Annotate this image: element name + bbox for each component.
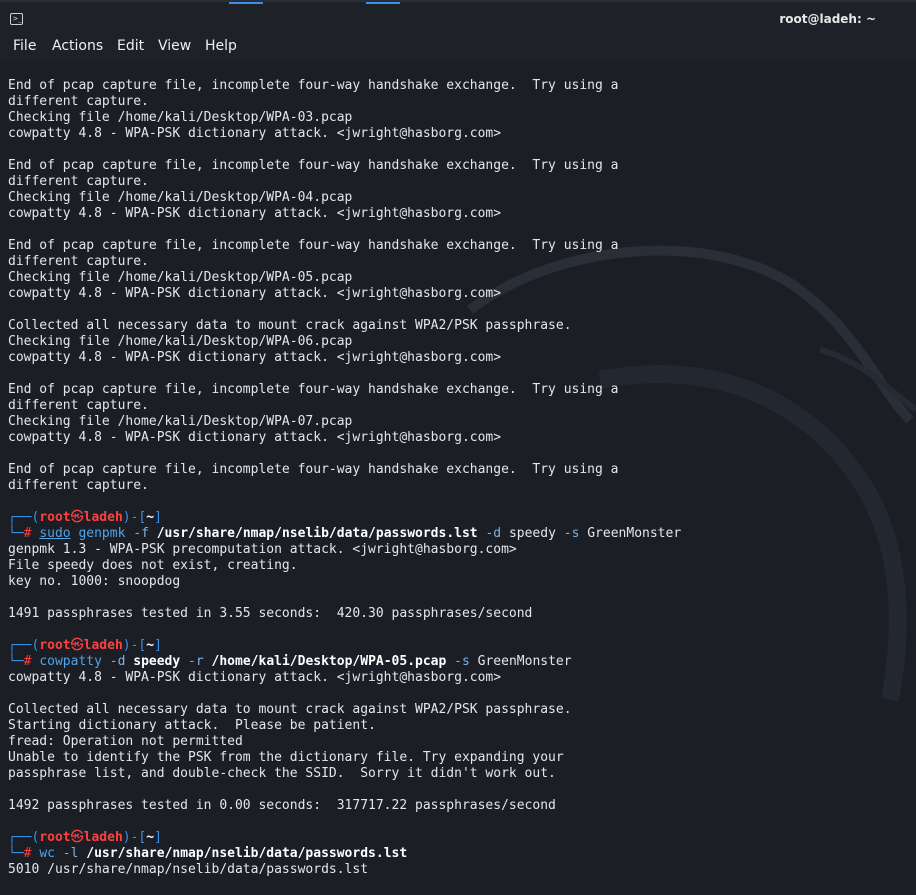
output-line: cowpatty 4.8 - WPA-PSK dictionary attack… [8, 670, 502, 685]
output-line: Unable to identify the PSK from the dict… [8, 750, 564, 765]
output-line: Checking file /home/kali/Desktop/WPA-03.… [8, 110, 353, 125]
taskbar-accent [366, 2, 400, 4]
title-bar: >_ root@ladeh: ~ [0, 0, 916, 34]
output-line: passphrase list, and double-check the SS… [8, 766, 556, 781]
output-line: End of pcap capture file, incomplete fou… [8, 462, 619, 477]
output-line: File speedy does not exist, creating. [8, 558, 298, 573]
taskbar-accent [229, 2, 263, 4]
output-line: 5010 /usr/share/nmap/nselib/data/passwor… [8, 862, 369, 877]
menu-help[interactable]: Help [205, 38, 237, 54]
prompt-line: ┌──(root㉿ladeh)-[~] [8, 638, 162, 653]
window-title: root@ladeh: ~ [779, 12, 876, 26]
command-line: └─# sudo genpmk -f /usr/share/nmap/nseli… [8, 526, 682, 541]
output-line: cowpatty 4.8 - WPA-PSK dictionary attack… [8, 126, 502, 141]
output-line: 1491 passphrases tested in 3.55 seconds:… [8, 606, 533, 621]
output-line: Checking file /home/kali/Desktop/WPA-06.… [8, 334, 353, 349]
output-line: cowpatty 4.8 - WPA-PSK dictionary attack… [8, 286, 502, 301]
output-line: End of pcap capture file, incomplete fou… [8, 382, 619, 397]
output-line: fread: Operation not permitted [8, 734, 243, 749]
terminal-output-area[interactable]: End of pcap capture file, incomplete fou… [0, 60, 916, 895]
output-line: Collected all necessary data to mount cr… [8, 702, 572, 717]
prompt-line: ┌──(root㉿ladeh)-[~] [8, 830, 162, 845]
output-line: Collected all necessary data to mount cr… [8, 318, 572, 333]
terminal-output: End of pcap capture file, incomplete fou… [8, 78, 908, 878]
menu-bar: File Actions Edit View Help [0, 34, 916, 60]
output-line: Checking file /home/kali/Desktop/WPA-07.… [8, 414, 353, 429]
menu-view[interactable]: View [158, 38, 191, 54]
output-line: End of pcap capture file, incomplete fou… [8, 158, 619, 173]
output-line: Checking file /home/kali/Desktop/WPA-04.… [8, 190, 353, 205]
output-line: End of pcap capture file, incomplete fou… [8, 238, 619, 253]
output-line: key no. 1000: snoopdog [8, 574, 181, 589]
menu-edit[interactable]: Edit [117, 38, 144, 54]
output-line: End of pcap capture file, incomplete fou… [8, 78, 619, 93]
output-line: Starting dictionary attack. Please be pa… [8, 718, 376, 733]
output-line: different capture. [8, 398, 149, 413]
output-line: different capture. [8, 254, 149, 269]
output-line: genpmk 1.3 - WPA-PSK precomputation atta… [8, 542, 517, 557]
output-line: cowpatty 4.8 - WPA-PSK dictionary attack… [8, 350, 502, 365]
output-line: cowpatty 4.8 - WPA-PSK dictionary attack… [8, 430, 502, 445]
output-line: different capture. [8, 174, 149, 189]
prompt-line: ┌──(root㉿ladeh)-[~] [8, 510, 162, 525]
output-line: different capture. [8, 94, 149, 109]
output-line: Checking file /home/kali/Desktop/WPA-05.… [8, 270, 353, 285]
output-line: 1492 passphrases tested in 0.00 seconds:… [8, 798, 556, 813]
command-line: └─# cowpatty -d speedy -r /home/kali/Des… [8, 654, 572, 669]
menu-actions[interactable]: Actions [52, 38, 103, 54]
output-line: cowpatty 4.8 - WPA-PSK dictionary attack… [8, 206, 502, 221]
terminal-icon: >_ [10, 13, 23, 25]
menu-file[interactable]: File [13, 38, 36, 54]
output-line: different capture. [8, 478, 149, 493]
command-line: └─# wc -l /usr/share/nmap/nselib/data/pa… [8, 846, 408, 861]
